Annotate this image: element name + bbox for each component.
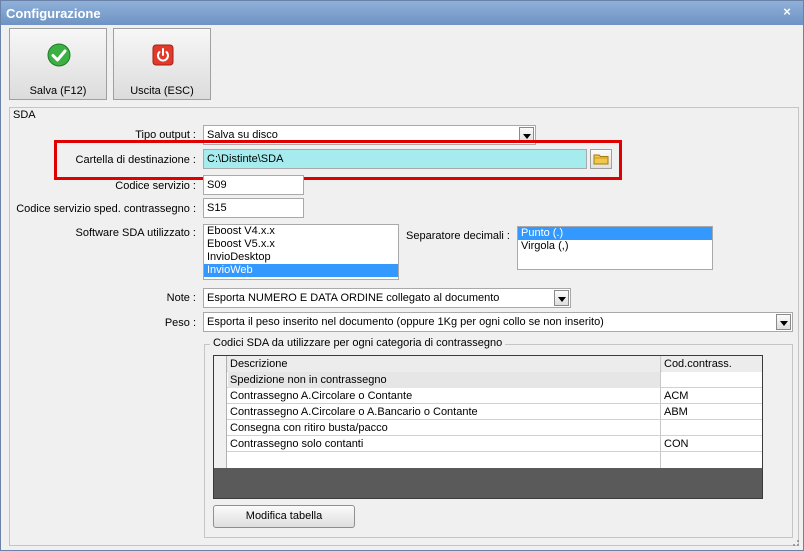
list-item[interactable]: InvioDesktop	[204, 251, 398, 264]
table-row[interactable]: Contrassegno A.Circolare o A.Bancario o …	[214, 404, 762, 420]
list-item[interactable]: Eboost V5.x.x	[204, 238, 398, 251]
highlight-box	[54, 140, 622, 180]
table-body: Descrizione Cod.contrass. Spedizione non…	[214, 356, 762, 468]
table-row[interactable]: Spedizione non in contrassegno	[214, 372, 762, 388]
note-value: Esporta NUMERO E DATA ORDINE collegato a…	[207, 292, 500, 304]
row-indicator	[214, 452, 227, 468]
peso-label: Peso :	[164, 317, 196, 329]
list-item[interactable]: Virgola (,)	[518, 240, 712, 253]
window-title: Configurazione	[6, 6, 101, 21]
exit-button-label: Uscita (ESC)	[130, 85, 194, 97]
chevron-down-icon[interactable]	[776, 314, 791, 330]
row-indicator	[214, 388, 227, 404]
peso-value: Esporta il peso inserito nel documento (…	[207, 316, 604, 328]
separatore-listbox[interactable]: Punto (.) Virgola (,)	[517, 226, 713, 270]
table-cell[interactable]: Consegna con ritiro busta/pacco	[228, 420, 661, 436]
peso-select[interactable]: Esporta il peso inserito nel documento (…	[203, 312, 793, 332]
save-button-label: Salva (F12)	[29, 85, 87, 97]
close-icon[interactable]: ×	[779, 4, 795, 20]
chevron-down-icon[interactable]	[554, 290, 569, 306]
row-indicator	[214, 420, 227, 436]
checkmark-icon	[47, 43, 71, 67]
table-cell[interactable]	[662, 372, 762, 388]
exit-button[interactable]: Uscita (ESC)	[113, 28, 211, 100]
column-header[interactable]: Cod.contrass.	[662, 356, 762, 372]
table-row[interactable]: Consegna con ritiro busta/pacco	[214, 420, 762, 436]
row-indicator	[214, 372, 227, 388]
column-header[interactable]: Descrizione	[228, 356, 661, 372]
codice-servizio-label: Codice servizio :	[115, 180, 196, 192]
title-bar[interactable]: Configurazione ×	[1, 1, 803, 25]
software-label: Software SDA utilizzato :	[75, 227, 196, 239]
table-cell[interactable]: ABM	[662, 404, 762, 420]
row-indicator	[214, 404, 227, 420]
note-label: Note :	[166, 292, 196, 304]
table-cell[interactable]	[662, 452, 762, 468]
table-cell[interactable]	[662, 420, 762, 436]
list-item-selected[interactable]: Punto (.)	[518, 227, 712, 240]
note-select[interactable]: Esporta NUMERO E DATA ORDINE collegato a…	[203, 288, 571, 308]
table-cell[interactable]: Contrassegno A.Circolare o A.Bancario o …	[228, 404, 661, 420]
table-cell[interactable]: Contrassegno A.Circolare o Contante	[228, 388, 661, 404]
table-cell[interactable]: ACM	[662, 388, 762, 404]
sda-legend: SDA	[11, 109, 38, 121]
row-indicator	[214, 436, 227, 452]
table-row[interactable]: Contrassegno A.Circolare o Contante ACM	[214, 388, 762, 404]
table-cell[interactable]: Spedizione non in contrassegno	[228, 372, 661, 388]
codice-contrassegno-value: S15	[207, 202, 227, 214]
codice-contrassegno-label: Codice servizio sped. contrassegno :	[16, 203, 196, 215]
table-cell[interactable]: CON	[662, 436, 762, 452]
codici-table[interactable]: Descrizione Cod.contrass. Spedizione non…	[213, 355, 763, 499]
power-icon	[152, 44, 174, 66]
table-cell[interactable]: Contrassegno solo contanti	[228, 436, 661, 452]
codice-servizio-value: S09	[207, 179, 227, 191]
list-item[interactable]: Eboost V4.x.x	[204, 225, 398, 238]
table-cell[interactable]	[228, 452, 661, 468]
save-button[interactable]: Salva (F12)	[9, 28, 107, 100]
codice-servizio-input[interactable]: S09	[203, 175, 304, 195]
software-listbox[interactable]: Eboost V4.x.x Eboost V5.x.x InvioDesktop…	[203, 224, 399, 280]
table-header: Descrizione Cod.contrass.	[214, 356, 762, 372]
resize-grip-icon[interactable]	[790, 537, 800, 547]
config-window: Configurazione × Salva (F12) Uscita (ESC…	[0, 0, 804, 551]
separatore-label: Separatore decimali :	[406, 230, 510, 242]
codici-legend: Codici SDA da utilizzare per ogni catego…	[210, 337, 506, 349]
codice-contrassegno-input[interactable]: S15	[203, 198, 304, 218]
modify-table-button[interactable]: Modifica tabella	[213, 505, 355, 528]
table-row-empty[interactable]	[214, 452, 762, 468]
list-item-selected[interactable]: InvioWeb	[204, 264, 398, 277]
row-indicator	[214, 356, 227, 372]
table-row[interactable]: Contrassegno solo contanti CON	[214, 436, 762, 452]
